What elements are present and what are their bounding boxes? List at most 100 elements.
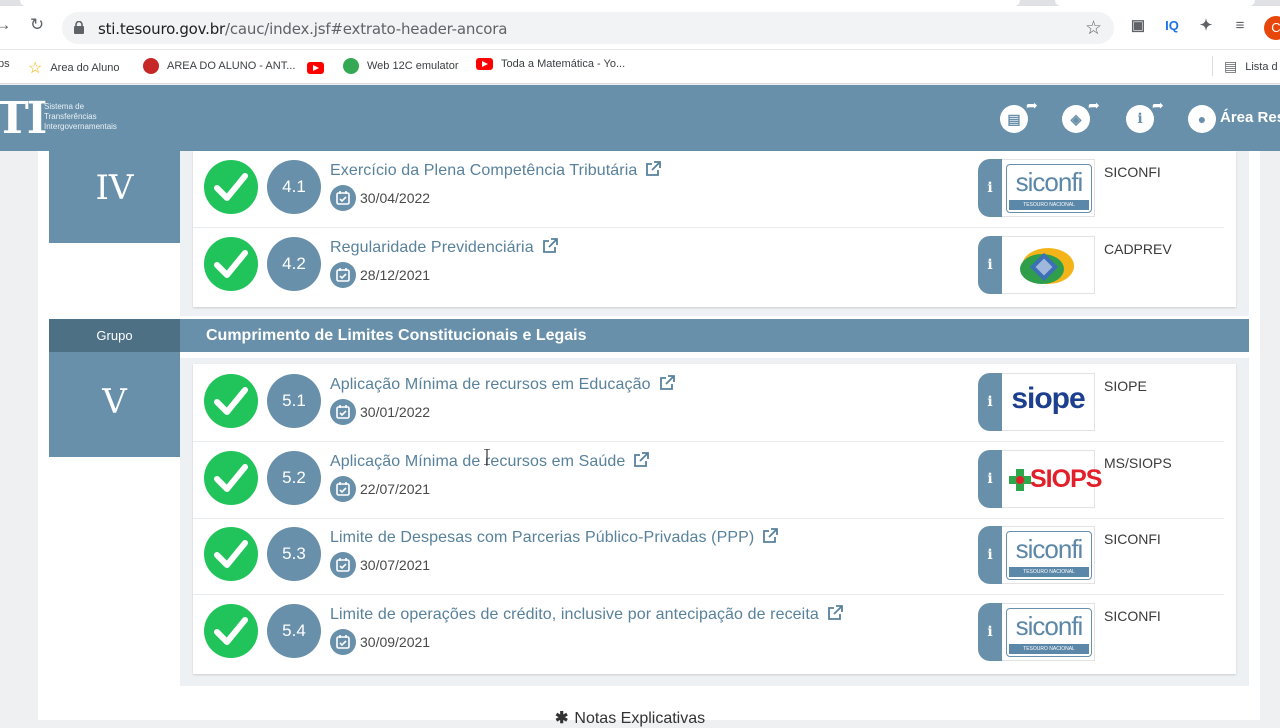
reading-list-icon: ▤	[1224, 58, 1238, 74]
check-icon	[204, 527, 258, 581]
health-cross-icon	[1009, 469, 1031, 491]
info-button[interactable]: i	[978, 373, 1002, 431]
item-row-5-2: 5.2 Aplicação Mínima de recursos em Saúd…	[193, 443, 1224, 519]
users-icon[interactable]: ●	[1188, 105, 1216, 133]
bookmark-apps[interactable]: ps	[0, 58, 10, 70]
item-date: 28/12/2021	[360, 267, 431, 283]
mouse-cursor-icon	[484, 449, 490, 465]
lock-icon	[74, 21, 84, 34]
bookmark-youtube[interactable]	[307, 62, 324, 74]
siconfi-logo[interactable]: siconfi TESOURO NACIONAL	[1002, 526, 1095, 584]
external-link-icon[interactable]	[645, 160, 662, 177]
youtube-icon	[307, 62, 324, 74]
calendar-check-icon	[330, 185, 356, 211]
info-button[interactable]: i	[978, 526, 1002, 584]
system-name: CADPREV	[1104, 241, 1172, 257]
bookmarks-bar: ps ☆ Area do Aluno AREA DO ALUNO - ANT...…	[0, 50, 1280, 84]
back-icon[interactable]: →	[0, 16, 12, 34]
external-link-icon[interactable]	[827, 604, 844, 621]
bookmark-toda-matematica[interactable]: Toda a Matemática - Yo...	[476, 58, 625, 70]
star-icon: ☆	[28, 60, 43, 77]
group-label: Grupo	[49, 319, 180, 352]
external-link-icon[interactable]	[542, 237, 559, 254]
item-number: 4.2	[267, 237, 321, 291]
item-row-4-2: 4.2 Regularidade Previdenciária 28/12/20…	[193, 229, 1224, 305]
media-queue-icon[interactable]: ≡	[1230, 16, 1250, 36]
item-title-link[interactable]: Limite de operações de crédito, inclusiv…	[330, 604, 844, 624]
system-name: SICONFI	[1104, 531, 1161, 547]
item-number: 5.2	[267, 451, 321, 505]
item-date: 30/01/2022	[360, 404, 431, 420]
bookmarks-divider	[1212, 56, 1213, 76]
bookmark-star-icon[interactable]: ☆	[1085, 17, 1102, 40]
url-text: sti.tesouro.gov.br/cauc/index.jsf#extrat…	[98, 20, 508, 38]
external-link-icon[interactable]	[762, 527, 779, 544]
check-icon	[204, 160, 258, 214]
external-link-icon[interactable]	[633, 451, 650, 468]
info-nav-icon[interactable]: i	[1126, 105, 1154, 133]
reload-icon[interactable]: ↻	[28, 16, 46, 34]
item-number: 4.1	[267, 160, 321, 214]
logo-subtitle: Sistema de Transferências Intergovername…	[44, 102, 117, 131]
notas-explicativas-link[interactable]: ✱ Notas Explicativas	[555, 708, 705, 728]
system-name: SICONFI	[1104, 608, 1161, 624]
external-link-icon[interactable]	[659, 374, 676, 391]
calendar-nav-icon[interactable]: ▤	[1000, 105, 1028, 133]
info-button[interactable]: i	[978, 159, 1002, 217]
puzzle-extensions-icon[interactable]: ✦	[1196, 16, 1216, 36]
item-row-5-4: 5.4 Limite de operações de crédito, incl…	[193, 596, 1224, 672]
share-arrow-icon: ➦	[1152, 97, 1164, 113]
browser-toolbar: → ↻ sti.tesouro.gov.br/cauc/index.jsf#ex…	[0, 6, 1280, 50]
system-name: SICONFI	[1104, 164, 1161, 180]
item-number: 5.4	[267, 604, 321, 658]
check-icon	[204, 451, 258, 505]
system-name: MS/SIOPS	[1104, 455, 1172, 471]
sti-logo[interactable]: TI	[0, 93, 47, 144]
bookmark-area-do-aluno-ant[interactable]: AREA DO ALUNO - ANT...	[143, 58, 295, 74]
address-bar[interactable]: sti.tesouro.gov.br/cauc/index.jsf#extrat…	[62, 12, 1114, 44]
info-button[interactable]: i	[978, 450, 1002, 508]
bookmark-area-do-aluno[interactable]: ☆ Area do Aluno	[28, 58, 119, 78]
item-date: 30/04/2022	[360, 190, 431, 206]
group-v-title: Cumprimento de Limites Constitucionais e…	[180, 319, 1249, 352]
info-button[interactable]: i	[978, 236, 1002, 294]
asterisk-icon: ✱	[555, 710, 569, 727]
siconfi-logo[interactable]: siconfi TESOURO NACIONAL	[1002, 603, 1095, 661]
group-v-number: V	[49, 352, 180, 457]
siconfi-logo[interactable]: siconfi TESOURO NACIONAL	[1002, 159, 1095, 217]
item-title-link[interactable]: Limite de Despesas com Parcerias Público…	[330, 527, 779, 547]
system-name: SIOPE	[1104, 378, 1147, 394]
cadprev-logo[interactable]	[1002, 236, 1095, 294]
item-title-link[interactable]: Regularidade Previdenciária	[330, 237, 559, 257]
cast-extension-icon[interactable]: ▣	[1128, 16, 1148, 36]
item-date: 30/09/2021	[360, 634, 431, 650]
siope-logo[interactable]: siope	[1002, 373, 1095, 431]
site-header: TI Sistema de Transferências Intergovern…	[0, 85, 1280, 151]
item-date: 22/07/2021	[360, 481, 431, 497]
item-date: 30/07/2021	[360, 557, 431, 573]
item-row-5-1: 5.1 Aplicação Mínima de recursos em Educ…	[193, 366, 1224, 442]
item-title-link[interactable]: Aplicação Mínima de recursos em Educação	[330, 374, 676, 394]
reading-list[interactable]: ▤ Lista d	[1224, 58, 1278, 75]
restricted-area-link[interactable]: Área Rest	[1220, 109, 1280, 126]
diamond-nav-icon[interactable]: ◈	[1062, 105, 1090, 133]
check-icon	[204, 374, 258, 428]
info-button[interactable]: i	[978, 603, 1002, 661]
item-number: 5.1	[267, 374, 321, 428]
youtube-icon	[476, 58, 493, 70]
group-iv-number: IV	[49, 151, 180, 243]
item-row-5-3: 5.3 Limite de Despesas com Parcerias Púb…	[193, 519, 1224, 595]
siops-logo[interactable]: SIOPS	[1002, 450, 1102, 508]
item-number: 5.3	[267, 527, 321, 581]
calendar-check-icon	[330, 262, 356, 288]
iq-extension-icon[interactable]: IQ	[1162, 16, 1182, 36]
profile-avatar[interactable]: C	[1264, 16, 1280, 40]
share-arrow-icon: ➦	[1026, 97, 1038, 113]
calendar-check-icon	[330, 476, 356, 502]
share-arrow-icon: ➦	[1088, 97, 1100, 113]
check-icon	[204, 237, 258, 291]
calendar-check-icon	[330, 552, 356, 578]
item-title-link[interactable]: Exercício da Plena Competência Tributári…	[330, 160, 662, 180]
calendar-check-icon	[330, 399, 356, 425]
bookmark-web-12c[interactable]: Web 12C emulator	[343, 58, 459, 74]
